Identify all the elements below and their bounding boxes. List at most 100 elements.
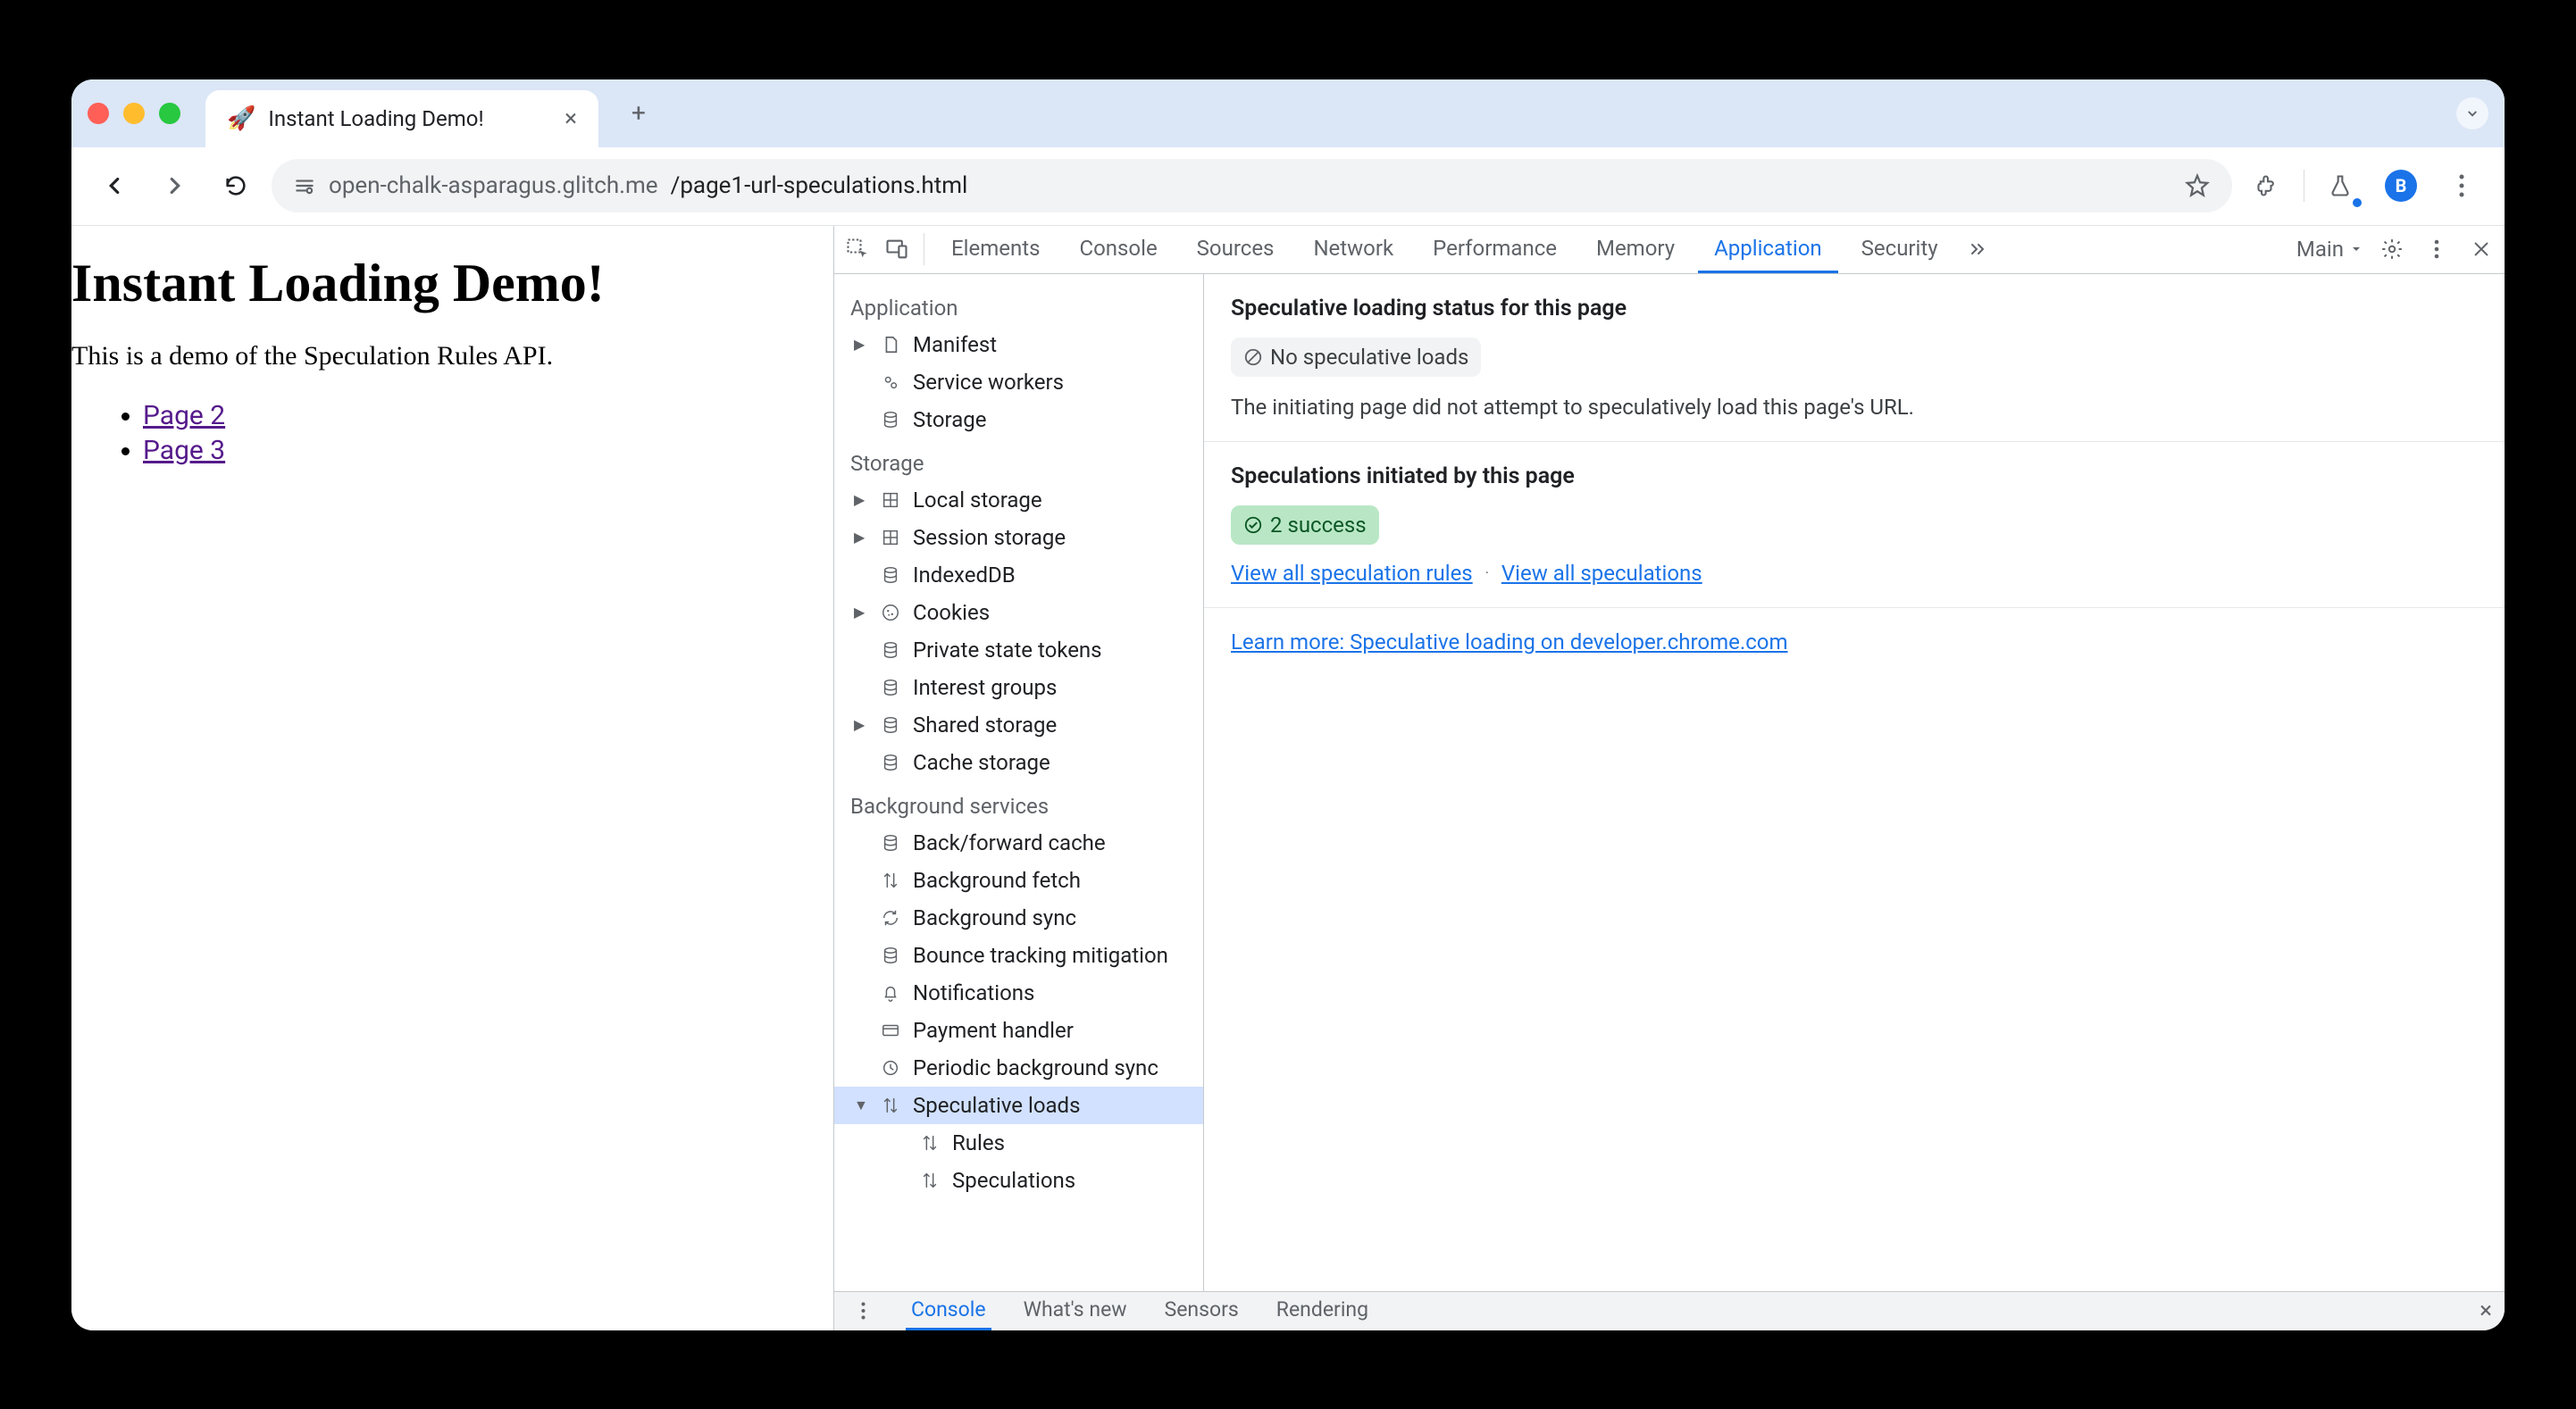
tab-strip: 🚀 Instant Loading Demo! × + (71, 79, 2505, 147)
star-icon[interactable] (2184, 172, 2211, 199)
sidebar-item[interactable]: ▶Shared storage (834, 706, 1203, 744)
browser-tab[interactable]: 🚀 Instant Loading Demo! × (205, 90, 598, 147)
inspect-element-button[interactable] (841, 233, 874, 265)
device-toggle-button[interactable] (881, 233, 913, 265)
application-main: Speculative loading status for this page… (1204, 274, 2505, 1291)
sidebar-item[interactable]: Background sync (834, 899, 1203, 937)
sync-icon (877, 905, 904, 931)
sidebar-item[interactable]: Interest groups (834, 669, 1203, 706)
disclosure-triangle-icon: ▶ (854, 491, 868, 508)
arrows-icon (916, 1130, 943, 1156)
status-badge: No speculative loads (1231, 338, 1481, 377)
drawer-tab-sensors[interactable]: Sensors (1159, 1291, 1244, 1330)
avatar: B (2385, 170, 2417, 202)
more-tabs-button[interactable] (1961, 233, 1994, 265)
sidebar-item[interactable]: Background fetch (834, 862, 1203, 899)
sidebar-item-label: Notifications (913, 980, 1034, 1005)
site-settings-icon (293, 174, 316, 197)
maximize-window-button[interactable] (159, 103, 180, 124)
view-all-rules-link[interactable]: View all speculation rules (1231, 561, 1473, 586)
tab-sources[interactable]: Sources (1181, 226, 1291, 274)
reload-button[interactable] (211, 161, 261, 211)
bell-icon (877, 980, 904, 1006)
sidebar-item-label: Back/forward cache (913, 830, 1106, 855)
drawer-tab-whats-new[interactable]: What's new (1018, 1291, 1133, 1330)
devtools-settings-button[interactable] (2376, 233, 2408, 265)
sidebar-item-label: Storage (913, 407, 986, 432)
page-link-list: Page 2 Page 3 (71, 398, 833, 468)
db-icon (877, 942, 904, 969)
sidebar-item-label: Speculative loads (913, 1093, 1080, 1118)
sidebar-item-label: Service workers (913, 370, 1064, 395)
grid-icon (877, 524, 904, 551)
disclosure-triangle-icon: ▶ (854, 604, 868, 621)
sidebar-item[interactable]: IndexedDB (834, 556, 1203, 594)
chrome-menu-button[interactable] (2437, 161, 2487, 211)
tab-console[interactable]: Console (1063, 226, 1173, 274)
close-tab-button[interactable]: × (565, 105, 577, 132)
sidebar-item[interactable]: Speculations (834, 1162, 1203, 1199)
tab-performance[interactable]: Performance (1417, 226, 1573, 274)
sidebar-item[interactable]: ▶Session storage (834, 519, 1203, 556)
sidebar-item-label: Speculations (952, 1168, 1075, 1193)
learn-more-link[interactable]: Learn more: Speculative loading on devel… (1231, 629, 1788, 654)
sidebar-item[interactable]: ▼Speculative loads (834, 1087, 1203, 1124)
disclosure-triangle-icon: ▶ (854, 336, 868, 353)
extensions-button[interactable] (2243, 161, 2293, 211)
forward-button[interactable] (150, 161, 200, 211)
sidebar-item[interactable]: Service workers (834, 363, 1203, 401)
sidebar-item[interactable]: ▶Cookies (834, 594, 1203, 631)
page-link[interactable]: Page 2 (143, 400, 225, 431)
tab-security[interactable]: Security (1845, 226, 1954, 274)
sidebar-item[interactable]: ▶ Local storage (834, 481, 1203, 519)
devtools-menu-button[interactable] (2421, 233, 2453, 265)
status-description: The initiating page did not attempt to s… (1231, 395, 2478, 420)
sidebar-item[interactable]: Payment handler (834, 1012, 1203, 1049)
sidebar-item[interactable]: Cache storage (834, 744, 1203, 781)
drawer-tab-rendering[interactable]: Rendering (1271, 1291, 1374, 1330)
labs-button[interactable] (2315, 161, 2365, 211)
devtools-close-button[interactable] (2465, 233, 2497, 265)
tab-network[interactable]: Network (1297, 226, 1409, 274)
tab-application[interactable]: Application (1698, 226, 1838, 274)
frame-selector[interactable]: Main (2296, 237, 2363, 262)
view-all-speculations-link[interactable]: View all speculations (1501, 561, 1702, 586)
close-window-button[interactable] (88, 103, 109, 124)
sidebar-item[interactable]: Periodic background sync (834, 1049, 1203, 1087)
sidebar-item[interactable]: Rules (834, 1124, 1203, 1162)
sidebar-item[interactable]: Bounce tracking mitigation (834, 937, 1203, 974)
sidebar-item[interactable]: Back/forward cache (834, 824, 1203, 862)
minimize-window-button[interactable] (123, 103, 145, 124)
tab-memory[interactable]: Memory (1580, 226, 1691, 274)
drawer-tab-console[interactable]: Console (906, 1291, 991, 1330)
sidebar-item-label: Local storage (913, 488, 1042, 513)
arrows-icon (877, 1092, 904, 1119)
address-bar[interactable]: open-chalk-asparagus.glitch.me/page1-url… (272, 159, 2232, 213)
sidebar-item[interactable]: ▶Manifest (834, 326, 1203, 363)
speculations-initiated-panel: Speculations initiated by this page 2 su… (1204, 442, 2505, 608)
kebab-icon (2459, 174, 2464, 197)
tab-elements[interactable]: Elements (935, 226, 1056, 274)
sidebar-item[interactable]: Storage (834, 401, 1203, 438)
drawer-menu-button[interactable] (847, 1295, 879, 1327)
speculative-status-panel: Speculative loading status for this page… (1204, 274, 2505, 442)
tabs-dropdown-button[interactable] (2456, 97, 2488, 129)
new-tab-button[interactable]: + (625, 100, 652, 127)
profile-button[interactable]: B (2376, 161, 2426, 211)
sidebar-section-heading: Background services (834, 781, 1203, 824)
back-button[interactable] (89, 161, 139, 211)
page-heading: Instant Loading Demo! (71, 253, 833, 314)
window-controls (88, 103, 180, 124)
sidebar-item[interactable]: Notifications (834, 974, 1203, 1012)
db-icon (877, 562, 904, 588)
circle-slash-icon (1243, 347, 1263, 367)
sidebar-item[interactable]: Private state tokens (834, 631, 1203, 669)
url-path: /page1-url-speculations.html (671, 172, 968, 199)
disclosure-triangle-icon: ▶ (854, 529, 868, 546)
url-host: open-chalk-asparagus.glitch.me (329, 172, 658, 199)
db-icon (877, 637, 904, 663)
page-link[interactable]: Page 3 (143, 435, 225, 466)
db-icon (877, 712, 904, 738)
sidebar-item-label: Interest groups (913, 675, 1057, 700)
drawer-close-button[interactable]: × (2480, 1297, 2492, 1324)
